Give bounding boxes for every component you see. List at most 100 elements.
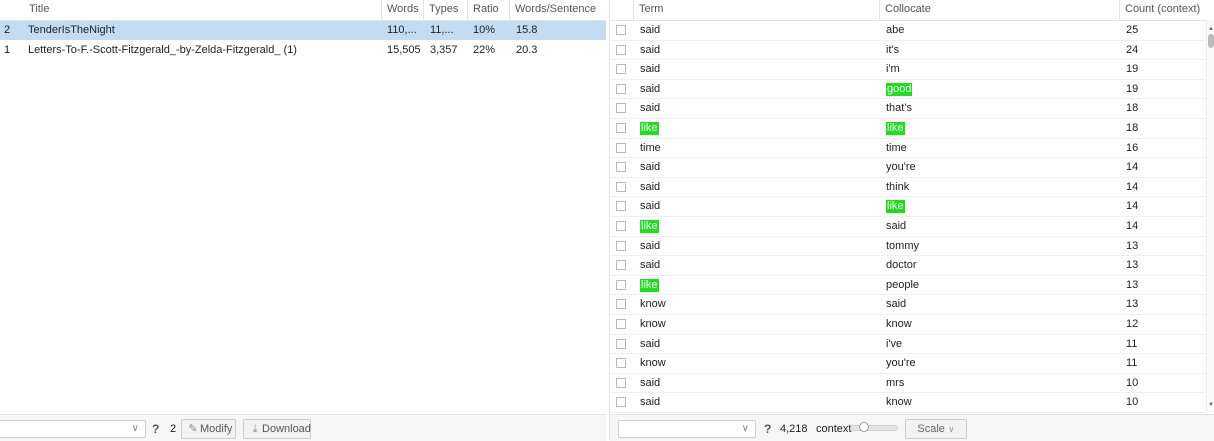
title-column-header[interactable]: Title: [24, 0, 382, 20]
collocate-text: like: [886, 200, 905, 214]
collocate-row[interactable]: like said 14: [610, 217, 1206, 237]
term-text: know: [640, 298, 666, 311]
scroll-up-icon[interactable]: ▲: [1208, 26, 1214, 32]
collocate-row[interactable]: said like 14: [610, 197, 1206, 217]
row-checkbox[interactable]: [616, 260, 626, 271]
help-icon[interactable]: ?: [152, 420, 159, 438]
context-slider-handle[interactable]: [859, 422, 869, 432]
collocate-row[interactable]: said that's 18: [610, 99, 1206, 119]
count-cell: 13: [1126, 298, 1139, 311]
collocate-row[interactable]: said tommy 13: [610, 237, 1206, 257]
collocate-cell: doctor: [886, 256, 917, 275]
words-column-header[interactable]: Words: [382, 0, 424, 20]
row-checkbox[interactable]: [616, 83, 626, 94]
term-column-header[interactable]: Term: [634, 0, 880, 20]
term-cell: said: [640, 393, 660, 412]
collocate-text: you're: [886, 161, 916, 174]
chevron-down-icon[interactable]: ∨: [132, 421, 139, 437]
collocate-row[interactable]: said good 19: [610, 80, 1206, 100]
collocate-row[interactable]: said know 10: [610, 393, 1206, 413]
term-cell: said: [640, 256, 660, 275]
row-number: 2: [3, 24, 11, 36]
collocate-row[interactable]: said abe 25: [610, 21, 1206, 41]
term-text: said: [640, 396, 661, 409]
collocate-cell: think: [886, 178, 909, 197]
document-words-per-sentence: 15.8: [516, 24, 538, 36]
term-cell: said: [640, 21, 660, 40]
context-slider[interactable]: [850, 422, 898, 432]
row-checkbox[interactable]: [616, 299, 626, 310]
modify-button[interactable]: ✎ Modify: [181, 419, 236, 439]
help-icon[interactable]: ?: [764, 420, 771, 438]
documents-search-combo[interactable]: ∨: [0, 420, 146, 438]
count-column-header[interactable]: Count (context): [1120, 0, 1214, 20]
count-cell: 14: [1126, 200, 1139, 213]
row-checkbox[interactable]: [616, 25, 626, 35]
term-text: said: [640, 180, 661, 193]
row-checkbox[interactable]: [616, 64, 626, 75]
scrollbar-thumb[interactable]: [1208, 34, 1214, 48]
document-types: 3,357: [430, 44, 458, 56]
row-checkbox[interactable]: [616, 221, 626, 231]
row-checkbox[interactable]: [616, 44, 626, 55]
row-checkbox[interactable]: [616, 397, 626, 408]
collocate-row[interactable]: said i've 11: [610, 335, 1206, 355]
term-text: said: [640, 63, 661, 76]
words-per-sentence-column-header[interactable]: Words/Sentence: [510, 0, 606, 20]
collocate-text: that's: [886, 102, 912, 115]
ratio-column-header[interactable]: Ratio: [468, 0, 510, 20]
collocate-row[interactable]: know said 13: [610, 295, 1206, 315]
collocate-cell: said: [886, 217, 906, 236]
term-cell: like: [640, 119, 659, 138]
chevron-down-icon[interactable]: ∨: [742, 421, 749, 437]
collocate-cell: mrs: [886, 374, 904, 393]
row-checkbox[interactable]: [616, 181, 626, 192]
count-cell: 14: [1126, 220, 1139, 232]
types-column-header[interactable]: Types: [424, 0, 468, 20]
term-cell: like: [640, 276, 659, 295]
collocate-column-header[interactable]: Collocate: [880, 0, 1120, 20]
collocate-row[interactable]: said i'm 19: [610, 60, 1206, 80]
collocate-row[interactable]: said you're 14: [610, 158, 1206, 178]
collocate-cell: you're: [886, 158, 916, 177]
term-text: like: [640, 278, 659, 292]
term-text: said: [640, 82, 661, 95]
term-cell: said: [640, 178, 660, 197]
collocate-row[interactable]: like people 13: [610, 276, 1206, 296]
scroll-down-icon[interactable]: ▼: [1208, 402, 1214, 408]
collocate-row[interactable]: said think 14: [610, 178, 1206, 198]
vertical-scrollbar[interactable]: ▲ ▼: [1206, 20, 1214, 412]
collocate-row[interactable]: like like 18: [610, 119, 1206, 139]
collocate-row[interactable]: said it's 24: [610, 41, 1206, 61]
collocate-row[interactable]: said doctor 13: [610, 256, 1206, 276]
row-checkbox[interactable]: [616, 162, 626, 173]
row-checkbox[interactable]: [616, 358, 626, 369]
document-title: Letters-To-F.-Scott-Fitzgerald_-by-Zelda…: [28, 44, 297, 56]
row-checkbox[interactable]: [616, 319, 626, 329]
row-checkbox[interactable]: [616, 142, 626, 153]
collocate-row[interactable]: time time 16: [610, 139, 1206, 159]
count-cell: 25: [1126, 24, 1139, 36]
collocate-text: people: [886, 278, 920, 291]
row-checkbox[interactable]: [616, 240, 626, 251]
row-checkbox[interactable]: [616, 279, 626, 290]
collocate-text: it's: [886, 43, 900, 56]
row-checkbox[interactable]: [616, 377, 626, 388]
term-cell: time: [640, 139, 661, 158]
scale-button[interactable]: Scale ∨: [905, 419, 967, 439]
document-row[interactable]: 1 Letters-To-F.-Scott-Fitzgerald_-by-Zel…: [0, 41, 606, 60]
row-checkbox[interactable]: [616, 103, 626, 114]
row-checkbox[interactable]: [616, 123, 626, 133]
term-cell: said: [640, 335, 660, 354]
collocate-row[interactable]: said mrs 10: [610, 374, 1206, 394]
row-checkbox[interactable]: [616, 201, 626, 212]
count-cell: 10: [1126, 396, 1139, 409]
collocate-row[interactable]: know you're 11: [610, 354, 1206, 374]
row-checkbox[interactable]: [616, 338, 626, 349]
collocate-row[interactable]: know know 12: [610, 315, 1206, 335]
collocate-text: doctor: [886, 259, 917, 272]
download-button[interactable]: ⤓ Download: [243, 419, 311, 439]
document-row[interactable]: 2 TenderIsTheNight 110,... 11,... 10% 15…: [0, 21, 606, 40]
count-cell: 11: [1126, 357, 1138, 370]
collocates-search-combo[interactable]: ∨: [618, 420, 756, 438]
